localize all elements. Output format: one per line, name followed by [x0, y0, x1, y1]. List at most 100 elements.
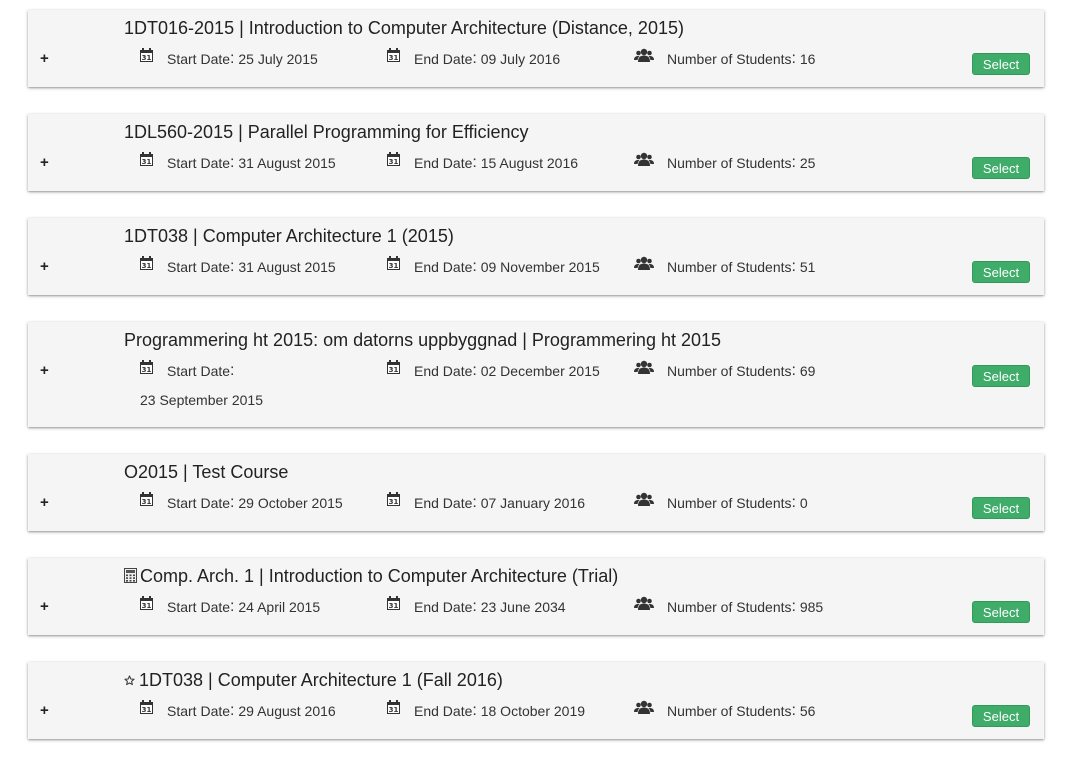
colon: :: [791, 598, 796, 615]
colon: :: [230, 494, 235, 511]
students-value: 56: [799, 703, 816, 719]
colon: :: [230, 598, 235, 615]
end-date-label: End Date: [414, 363, 473, 379]
colon: :: [472, 702, 477, 719]
end-date-value: 09 November 2015: [480, 259, 600, 275]
select-button[interactable]: Select: [972, 261, 1030, 283]
end-date-label: End Date: [414, 155, 473, 171]
colon: :: [230, 362, 235, 379]
student-count: Number of Students: 0: [634, 492, 808, 512]
students-label: Number of Students: [667, 259, 792, 275]
calculator-icon: [124, 568, 137, 583]
start-date: 31 Start Date:: [140, 360, 235, 380]
calendar-icon: 31: [140, 596, 153, 610]
colon: :: [230, 258, 235, 275]
svg-text:31: 31: [142, 262, 152, 270]
colon: :: [791, 50, 796, 67]
end-date-value: 23 June 2034: [480, 599, 566, 615]
course-card: + 1DT038 | Computer Architecture 1 (Fall…: [28, 662, 1044, 739]
start-date-label: Start Date: [167, 51, 231, 67]
colon: :: [791, 702, 796, 719]
expand-toggle[interactable]: +: [40, 155, 49, 170]
colon: :: [472, 494, 477, 511]
start-date: 31 Start Date: 24 April 2015: [140, 596, 321, 616]
svg-text:31: 31: [142, 158, 152, 166]
expand-toggle[interactable]: +: [40, 599, 49, 614]
student-count: Number of Students: 25: [634, 152, 816, 172]
calendar-icon: 31: [387, 700, 400, 714]
expand-toggle[interactable]: +: [40, 703, 49, 718]
svg-text:31: 31: [389, 706, 399, 714]
svg-text:31: 31: [389, 602, 399, 610]
students-value: 16: [799, 51, 816, 67]
svg-text:31: 31: [142, 602, 152, 610]
start-date-value: 31 August 2015: [238, 155, 336, 171]
colon: :: [791, 494, 796, 511]
calendar-icon: 31: [140, 700, 153, 714]
svg-text:31: 31: [142, 54, 152, 62]
students-label: Number of Students: [667, 599, 792, 615]
select-button[interactable]: Select: [972, 157, 1030, 179]
users-icon: [634, 596, 654, 610]
expand-toggle[interactable]: +: [40, 51, 49, 66]
course-title: 1DT038 | Computer Architecture 1 (2015): [124, 226, 454, 246]
student-count: Number of Students: 69: [634, 360, 815, 380]
students-label: Number of Students: [667, 495, 792, 511]
end-date: 31 End Date: 15 August 2016: [387, 152, 579, 172]
select-button[interactable]: Select: [972, 601, 1030, 623]
svg-text:31: 31: [389, 54, 399, 62]
select-button[interactable]: Select: [972, 53, 1030, 75]
users-icon: [634, 492, 654, 506]
end-date-value: 15 August 2016: [480, 155, 579, 171]
course-title: 1DT016-2015 | Introduction to Computer A…: [124, 18, 684, 38]
star-icon: [124, 675, 135, 686]
end-date-label: End Date: [414, 51, 473, 67]
student-count: Number of Students: 16: [634, 48, 816, 68]
start-date-value: 29 August 2016: [238, 703, 336, 719]
end-date-value: 09 July 2016: [480, 51, 561, 67]
calendar-icon: 31: [140, 492, 153, 506]
start-date-value: 23 September 2015: [140, 392, 263, 408]
end-date: 31 End Date: 18 October 2019: [387, 700, 585, 720]
select-button[interactable]: Select: [972, 705, 1030, 727]
students-label: Number of Students: [667, 51, 792, 67]
course-card: + Programmering ht 2015: om datorns uppb…: [28, 322, 1044, 427]
expand-toggle[interactable]: +: [40, 495, 49, 510]
course-title: O2015 | Test Course: [124, 462, 289, 482]
start-date: 31 Start Date: 29 October 2015: [140, 492, 343, 512]
select-button[interactable]: Select: [972, 365, 1030, 387]
svg-text:31: 31: [142, 706, 152, 714]
users-icon: [634, 360, 654, 374]
calendar-icon: 31: [387, 360, 400, 374]
student-count: Number of Students: 51: [634, 256, 815, 276]
student-count: Number of Students: 56: [634, 700, 816, 720]
start-date-label: Start Date: [167, 155, 231, 171]
expand-toggle[interactable]: +: [40, 259, 49, 274]
start-date: 31 Start Date: 31 August 2015: [140, 256, 336, 276]
colon: :: [791, 362, 796, 379]
colon: :: [230, 154, 235, 171]
expand-toggle[interactable]: +: [40, 363, 49, 378]
students-label: Number of Students: [667, 363, 792, 379]
colon: :: [472, 598, 477, 615]
start-date-label: Start Date: [167, 363, 231, 379]
start-date-value: 31 August 2015: [238, 259, 336, 275]
students-value: 25: [799, 155, 816, 171]
start-date: 31 Start Date: 29 August 2016: [140, 700, 336, 720]
course-title: 1DL560-2015 | Parallel Programming for E…: [124, 122, 529, 142]
course-list: + 1DT016-2015 | Introduction to Computer…: [28, 10, 1044, 766]
end-date: 31 End Date: 09 November 2015: [387, 256, 600, 276]
course-card: + O2015 | Test Course 31 Start Date: 29 …: [28, 454, 1044, 531]
svg-text:31: 31: [142, 498, 152, 506]
users-icon: [634, 700, 654, 714]
course-title: 1DT038 | Computer Architecture 1 (Fall 2…: [124, 670, 503, 691]
select-button[interactable]: Select: [972, 497, 1030, 519]
users-icon: [634, 152, 654, 166]
start-date-value: 24 April 2015: [238, 599, 321, 615]
end-date: 31 End Date: 09 July 2016: [387, 48, 561, 68]
end-date-label: End Date: [414, 703, 473, 719]
start-date-value: 25 July 2015: [238, 51, 318, 67]
start-date-value: 29 October 2015: [238, 495, 343, 511]
end-date-label: End Date: [414, 495, 473, 511]
calendar-icon: 31: [387, 48, 400, 62]
